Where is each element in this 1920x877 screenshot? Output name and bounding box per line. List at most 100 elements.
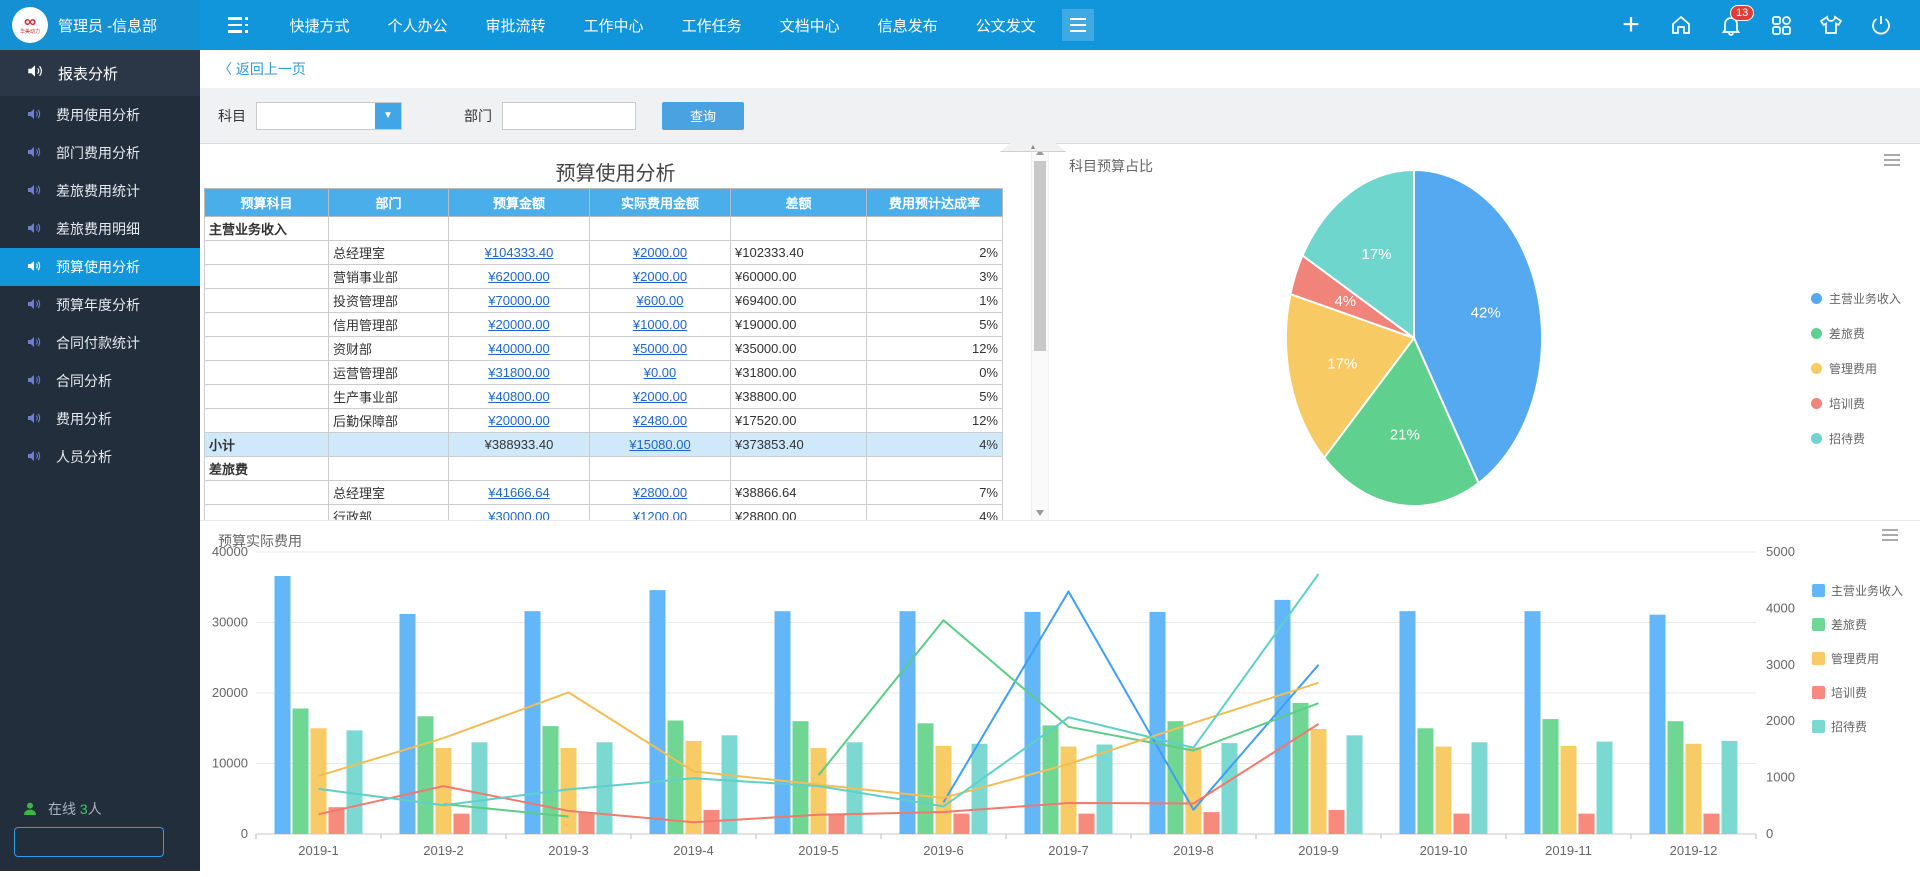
amount-link[interactable]: ¥15080.00 (629, 437, 690, 452)
amount-link[interactable]: ¥62000.00 (488, 269, 549, 284)
table-cell: 主营业务收入 (205, 217, 329, 241)
top-menu-item[interactable]: 信息发布 (878, 15, 938, 36)
amount-link[interactable]: ¥5000.00 (633, 341, 687, 356)
table-cell: ¥60000.00 (731, 265, 867, 289)
sidebar-group-report-analysis[interactable]: 报表分析 (0, 50, 200, 96)
amount-link[interactable]: ¥30000.00 (488, 509, 549, 521)
legend-item[interactable]: 管理费用 (1811, 360, 1901, 376)
amount-link[interactable]: ¥0.00 (644, 365, 677, 380)
notifications-bell-icon[interactable]: 13 (1718, 12, 1744, 38)
amount-link[interactable]: ¥2000.00 (633, 389, 687, 404)
table-header-cell: 差额 (731, 189, 867, 217)
scroll-down-arrow[interactable] (1036, 510, 1044, 516)
theme-shirt-icon[interactable] (1818, 12, 1844, 38)
legend-item[interactable]: 培训费 (1812, 685, 1903, 700)
sidebar-search-input[interactable] (15, 828, 207, 856)
sidebar-item[interactable]: 差旅费用明细 (0, 210, 200, 248)
sidebar-item-label: 费用分析 (56, 409, 112, 429)
pie-chart-panel: 科目预算占比 42%21%17%4%17% 主营业务收入差旅费管理费用培训费招待… (1048, 144, 1920, 521)
table-cell: ¥20000.00 (449, 313, 590, 337)
dept-label: 部门 (464, 106, 492, 126)
amount-link[interactable]: ¥70000.00 (488, 293, 549, 308)
legend-item[interactable]: 差旅费 (1811, 325, 1901, 341)
table-cell: ¥31800.00 (731, 361, 867, 385)
sidebar-group-label: 报表分析 (58, 63, 118, 84)
menu-more-button[interactable] (1062, 9, 1094, 41)
apps-grid-icon[interactable] (1768, 12, 1794, 38)
search-button[interactable]: 查询 (662, 102, 744, 130)
legend-item[interactable]: 管理费用 (1812, 651, 1903, 666)
home-icon[interactable] (1668, 12, 1694, 38)
collapse-handle[interactable]: ▲ (1000, 143, 1066, 152)
legend-item[interactable]: 培训费 (1811, 395, 1901, 411)
top-menu-item[interactable]: 工作任务 (682, 15, 742, 36)
legend-item[interactable]: 差旅费 (1812, 617, 1903, 632)
speaker-icon (26, 334, 42, 353)
combo-chart-title: 预算实际费用 (218, 531, 302, 551)
amount-link[interactable]: ¥20000.00 (488, 413, 549, 428)
legend-marker (1811, 363, 1822, 374)
amount-link[interactable]: ¥104333.40 (485, 245, 554, 260)
top-menu-item[interactable]: 个人办公 (388, 15, 448, 36)
legend-item[interactable]: 招待费 (1812, 719, 1903, 734)
dept-input[interactable] (502, 102, 636, 130)
table-row: 运营管理部¥31800.00¥0.00¥31800.000% (205, 361, 1003, 385)
left-axis-label: 30000 (212, 615, 248, 630)
table-cell (590, 457, 731, 481)
scrollbar-thumb[interactable] (1034, 161, 1046, 351)
sidebar-item[interactable]: 费用分析 (0, 400, 200, 438)
amount-link[interactable]: ¥40000.00 (488, 341, 549, 356)
table-cell: 4% (867, 433, 1003, 457)
amount-link[interactable]: ¥2480.00 (633, 413, 687, 428)
x-axis-label: 2019-8 (1173, 843, 1213, 858)
amount-link[interactable]: ¥1200.00 (633, 509, 687, 521)
amount-link[interactable]: ¥600.00 (637, 293, 684, 308)
amount-link[interactable]: ¥31800.00 (488, 365, 549, 380)
top-menu-item[interactable]: 工作中心 (584, 15, 644, 36)
top-menu-item[interactable]: 文档中心 (780, 15, 840, 36)
online-suffix: 人 (88, 801, 102, 817)
sidebar-item[interactable]: 合同分析 (0, 362, 200, 400)
top-menu-item[interactable]: 公文发文 (976, 15, 1036, 36)
legend-label: 差旅费 (1831, 616, 1867, 633)
legend-item[interactable]: 招待费 (1811, 430, 1901, 446)
sidebar-item[interactable]: 预算使用分析 (0, 248, 200, 286)
sidebar-item[interactable]: 合同付款统计 (0, 324, 200, 362)
amount-link[interactable]: ¥40800.00 (488, 389, 549, 404)
right-axis-label: 5000 (1766, 544, 1795, 559)
amount-link[interactable]: ¥41666.64 (488, 485, 549, 500)
amount-link[interactable]: ¥1000.00 (633, 317, 687, 332)
sidebar-item[interactable]: 人员分析 (0, 438, 200, 476)
sidebar-item-label: 差旅费用统计 (56, 181, 140, 201)
amount-link[interactable]: ¥2000.00 (633, 269, 687, 284)
amount-link[interactable]: ¥20000.00 (488, 317, 549, 332)
add-icon[interactable]: + (1618, 12, 1644, 38)
back-link[interactable]: 〈 返回上一页 (218, 59, 306, 79)
legend-item[interactable]: 主营业务收入 (1812, 583, 1903, 598)
legend-item[interactable]: 主营业务收入 (1811, 290, 1901, 306)
table-cell (205, 409, 329, 433)
logout-power-icon[interactable] (1868, 12, 1894, 38)
sidebar-item[interactable]: 部门费用分析 (0, 134, 200, 172)
right-axis-label: 3000 (1766, 657, 1795, 672)
person-icon (22, 801, 38, 817)
sidebar-item[interactable]: 预算年度分析 (0, 286, 200, 324)
chart-menu-icon[interactable] (1882, 529, 1898, 541)
top-menu-item[interactable]: 审批流转 (486, 15, 546, 36)
chart-menu-icon[interactable] (1884, 154, 1900, 166)
table-cell: ¥35000.00 (731, 337, 867, 361)
top-menu-item[interactable]: 快捷方式 (290, 15, 350, 36)
table-header-row: 预算科目部门预算金额实际费用金额差额费用预计达成率 (205, 189, 1003, 217)
sidebar-item[interactable]: 差旅费用统计 (0, 172, 200, 210)
sidebar-collapse-icon[interactable] (228, 17, 248, 33)
chevron-down-icon[interactable]: ▼ (375, 103, 401, 129)
subject-select[interactable]: ▼ (256, 102, 402, 130)
table-cell: ¥17520.00 (731, 409, 867, 433)
amount-link[interactable]: ¥2800.00 (633, 485, 687, 500)
amount-link[interactable]: ¥2000.00 (633, 245, 687, 260)
table-cell (205, 289, 329, 313)
table-title: 预算使用分析 (200, 144, 1031, 188)
subject-label: 科目 (218, 106, 246, 126)
sidebar-item-label: 预算年度分析 (56, 295, 140, 315)
sidebar-item[interactable]: 费用使用分析 (0, 96, 200, 134)
